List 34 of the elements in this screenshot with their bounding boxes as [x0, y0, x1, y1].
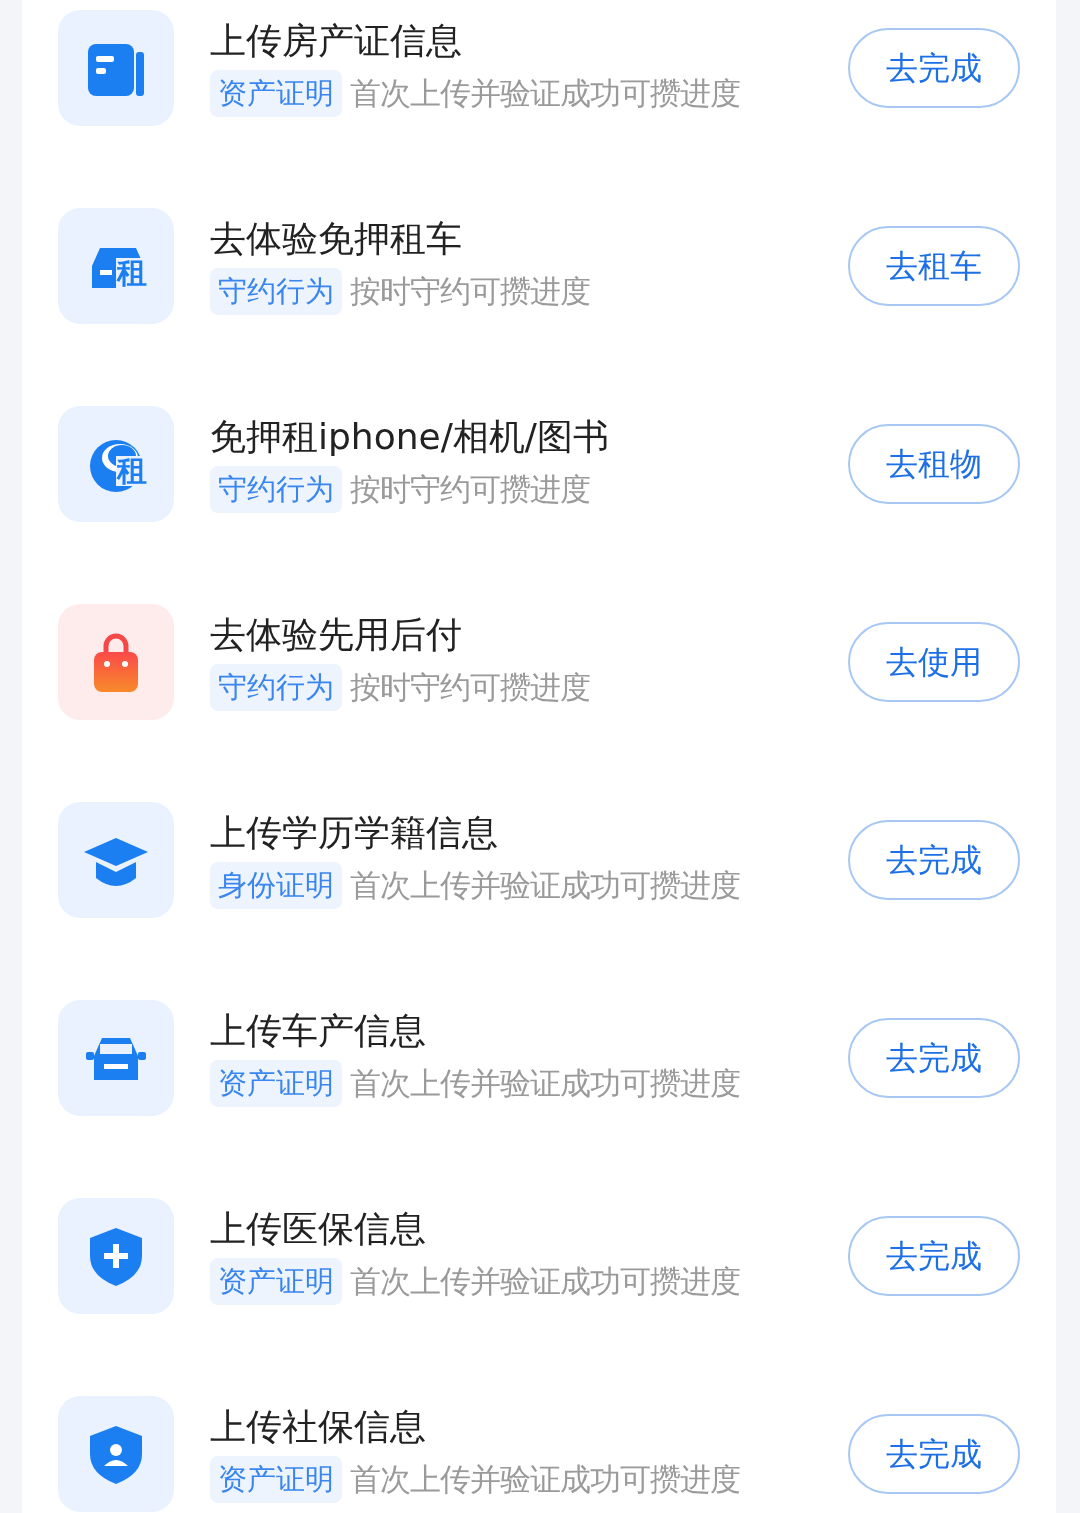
action-button[interactable]: 去完成	[848, 1018, 1020, 1098]
task-description: 首次上传并验证成功可攒进度	[350, 74, 740, 114]
task-title: 上传医保信息	[210, 1206, 427, 1250]
task-description: 首次上传并验证成功可攒进度	[350, 1064, 740, 1104]
category-tag: 身份证明	[210, 861, 342, 910]
icon-label: 租	[116, 258, 148, 288]
action-button[interactable]: 去使用	[848, 622, 1020, 702]
action-button[interactable]: 去租车	[848, 226, 1020, 306]
action-button[interactable]: 去完成	[848, 820, 1020, 900]
category-tag: 资产证明	[210, 69, 342, 118]
task-title: 上传学历学籍信息	[210, 810, 499, 854]
task-description: 按时守约可攒进度	[350, 272, 590, 312]
task-description: 按时守约可攒进度	[350, 470, 590, 510]
icon-label: 租	[116, 456, 148, 486]
category-tag: 守约行为	[210, 267, 342, 316]
task-description: 按时守约可攒进度	[350, 668, 590, 708]
task-title: 去体验免押租车	[210, 216, 463, 260]
category-tag: 守约行为	[210, 663, 342, 712]
category-tag: 资产证明	[210, 1059, 342, 1108]
task-title: 免押租iphone/相机/图书	[210, 414, 610, 458]
action-button[interactable]: 去完成	[848, 28, 1020, 108]
task-title: 上传房产证信息	[210, 18, 463, 62]
task-description: 首次上传并验证成功可攒进度	[350, 866, 740, 906]
category-tag: 资产证明	[210, 1455, 342, 1504]
category-tag: 守约行为	[210, 465, 342, 514]
task-title: 上传社保信息	[210, 1404, 427, 1448]
action-button[interactable]: 去完成	[848, 1414, 1020, 1494]
task-title: 去体验先用后付	[210, 612, 463, 656]
category-tag: 资产证明	[210, 1257, 342, 1306]
task-title: 上传车产信息	[210, 1008, 427, 1052]
action-button[interactable]: 去完成	[848, 1216, 1020, 1296]
task-description: 首次上传并验证成功可攒进度	[350, 1262, 740, 1302]
action-button[interactable]: 去租物	[848, 424, 1020, 504]
task-description: 首次上传并验证成功可攒进度	[350, 1460, 740, 1500]
